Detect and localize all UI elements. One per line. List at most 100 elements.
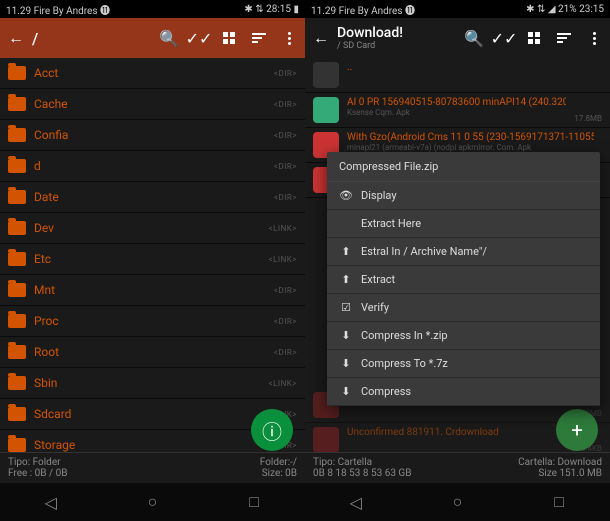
folder-icon	[8, 345, 26, 359]
context-menu: Compressed File.zip 👁 Display Extract He…	[327, 152, 600, 406]
folder-name: d	[34, 159, 266, 173]
folder-row[interactable]: Proc <DIR>	[0, 306, 305, 337]
menu-item-label: Compress To *.7z	[361, 357, 448, 370]
folder-name: Dev	[34, 221, 261, 235]
folder-name: Proc	[34, 314, 266, 328]
folder-name: Sbin	[34, 376, 261, 390]
nav-bar: ◁ ○ □	[0, 483, 305, 521]
folder-row[interactable]: Root <DIR>	[0, 337, 305, 368]
menu-item-label: Compress In *.zip	[361, 329, 448, 342]
menu-item-icon: ⬇	[339, 357, 353, 370]
folder-name: Sdcard	[34, 407, 261, 421]
file-row[interactable]: ..	[305, 58, 610, 93]
nav-home-icon[interactable]: ○	[142, 492, 162, 512]
dir-tag: <DIR>	[274, 69, 297, 78]
nav-recent-icon[interactable]: □	[244, 492, 264, 512]
menu-item[interactable]: ⬇ Compress	[327, 378, 600, 406]
footer: Tipo: FolderFree : 0B / 0B Folder:-/Size…	[0, 452, 305, 483]
folder-row[interactable]: d <DIR>	[0, 151, 305, 182]
folder-icon	[8, 128, 26, 142]
folder-row[interactable]: Confia <DIR>	[0, 120, 305, 151]
more-icon[interactable]	[279, 28, 299, 48]
folder-icon	[8, 252, 26, 266]
folder-name: Date	[34, 190, 266, 204]
folder-row[interactable]: Acct <DIR>	[0, 58, 305, 89]
menu-item[interactable]: ⬇ Compress To *.7z	[327, 350, 600, 378]
folder-icon	[8, 314, 26, 328]
folder-icon	[8, 66, 26, 80]
status-bar: 11.29 Fire By Andres ⓫ ✱ ⇅ 28:15 ▮	[0, 0, 305, 18]
folder-name: Cache	[34, 97, 266, 111]
menu-item-label: Extract	[361, 273, 395, 286]
nav-home-icon[interactable]: ○	[447, 492, 467, 512]
folder-icon	[8, 221, 26, 235]
menu-item-label: Extract Here	[361, 217, 421, 230]
folder-row[interactable]: Dev <LINK>	[0, 213, 305, 244]
app-icon	[313, 427, 339, 452]
sort-icon[interactable]	[249, 28, 269, 48]
check-icon[interactable]: ✓✓	[494, 28, 514, 48]
path-title[interactable]: Download!	[337, 25, 403, 41]
dir-tag: <LINK>	[269, 224, 297, 233]
dir-tag: <DIR>	[274, 348, 297, 357]
menu-item[interactable]: Extract Here	[327, 210, 600, 238]
titlebar: ← / 🔍 ✓✓	[0, 18, 305, 58]
menu-item-label: Compress	[361, 385, 411, 398]
dir-tag: <DIR>	[274, 131, 297, 140]
back-icon[interactable]: ←	[311, 28, 331, 48]
footer: Tipo: Cartella0B 8 18 53 8 53 63 GB Cart…	[305, 452, 610, 483]
folder-row[interactable]: Cache <DIR>	[0, 89, 305, 120]
folder-name: Root	[34, 345, 266, 359]
search-icon[interactable]: 🔍	[464, 28, 484, 48]
menu-item-icon: ⬆	[339, 245, 353, 258]
dir-tag: <DIR>	[274, 100, 297, 109]
menu-item-icon: ⬇	[339, 385, 353, 398]
nav-back-icon[interactable]: ◁	[346, 492, 366, 512]
folder-row[interactable]: Sbin <LINK>	[0, 368, 305, 399]
app-icon	[313, 97, 339, 123]
folder-icon	[8, 438, 26, 452]
menu-item[interactable]: ⬆ Extract	[327, 266, 600, 294]
menu-item-icon: ⬇	[339, 329, 353, 342]
menu-item[interactable]: ⬆ Estral In / Archive Name"/	[327, 238, 600, 266]
dir-tag: <LINK>	[269, 379, 297, 388]
more-icon[interactable]	[584, 28, 604, 48]
fab-add[interactable]: +	[556, 409, 598, 451]
menu-item[interactable]: 👁 Display	[327, 182, 600, 210]
folder-row[interactable]: Date <DIR>	[0, 182, 305, 213]
grid-icon[interactable]	[524, 28, 544, 48]
menu-item[interactable]: ⬇ Compress In *.zip	[327, 322, 600, 350]
right-pane: 11.29 Fire By Andres ⓫ ✱ ⇅ ◢ 21% 23:15 ←…	[305, 0, 610, 521]
titlebar: ← Download! / SD Card 🔍 ✓✓	[305, 18, 610, 58]
menu-item[interactable]: ☑ Verify	[327, 294, 600, 322]
menu-item-label: Display	[361, 189, 397, 202]
grid-icon[interactable]	[219, 28, 239, 48]
back-icon[interactable]: ←	[6, 28, 26, 48]
folder-icon	[8, 97, 26, 111]
folder-icon	[8, 283, 26, 297]
sort-icon[interactable]	[554, 28, 574, 48]
folder-name: Acct	[34, 66, 266, 80]
nav-recent-icon[interactable]: □	[549, 492, 569, 512]
fab-info[interactable]: ⓘ	[251, 409, 293, 451]
folder-row[interactable]: Mnt <DIR>	[0, 275, 305, 306]
dir-tag: <DIR>	[274, 317, 297, 326]
dir-tag: <DIR>	[274, 193, 297, 202]
left-pane: 11.29 Fire By Andres ⓫ ✱ ⇅ 28:15 ▮ ← / 🔍…	[0, 0, 305, 521]
dir-tag: <DIR>	[274, 286, 297, 295]
folder-icon	[8, 376, 26, 390]
nav-back-icon[interactable]: ◁	[41, 492, 61, 512]
path-title[interactable]: /	[32, 29, 38, 48]
check-icon[interactable]: ✓✓	[189, 28, 209, 48]
nav-bar: ◁ ○ □	[305, 483, 610, 521]
file-list[interactable]: Acct <DIR> Cache <DIR> Confia <DIR> d <D…	[0, 58, 305, 452]
folder-name: Storage	[34, 438, 266, 452]
folder-row[interactable]: Etc <LINK>	[0, 244, 305, 275]
app-icon	[313, 62, 339, 88]
menu-item-label: Estral In / Archive Name"/	[361, 245, 487, 258]
search-icon[interactable]: 🔍	[159, 28, 179, 48]
folder-name: Mnt	[34, 283, 266, 297]
file-row[interactable]: AI 0 PR 156940515-80783600 minAPI14 (240…	[305, 93, 610, 128]
folder-icon	[8, 407, 26, 421]
status-bar: 11.29 Fire By Andres ⓫ ✱ ⇅ ◢ 21% 23:15	[305, 0, 610, 18]
